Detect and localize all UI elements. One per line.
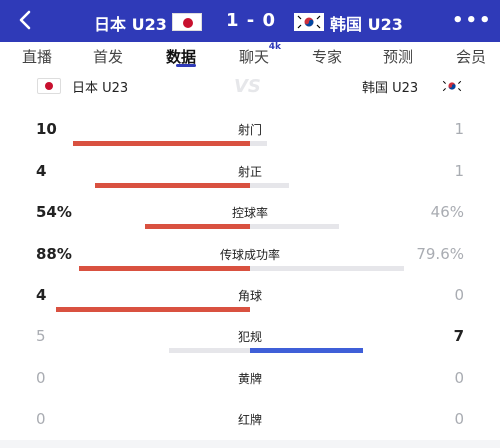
home-bar-fill — [145, 224, 250, 229]
stat-row: 0 红牌 0 — [0, 410, 500, 448]
away-team-name: 韩国 U23 — [330, 15, 403, 34]
home-value: 0 — [36, 369, 46, 387]
stat-label: 红牌 — [237, 413, 262, 427]
active-tab-indicator — [176, 64, 196, 67]
away-value: 0 — [454, 286, 464, 304]
home-bar-fill — [79, 266, 250, 271]
stat-label: 射正 — [237, 165, 262, 179]
home-bar-track — [56, 224, 250, 229]
home-value: 0 — [36, 410, 46, 428]
away-value: 0 — [454, 369, 464, 387]
korea-flag-icon — [440, 78, 464, 94]
home-bar-track — [56, 348, 250, 353]
away-value: 0 — [454, 410, 464, 428]
korea-flag-icon — [294, 13, 324, 31]
home-bar-fill — [95, 183, 250, 188]
stat-label: 射门 — [237, 123, 262, 137]
japan-flag-icon — [172, 13, 202, 31]
away-bar-track — [250, 141, 444, 146]
stat-row: 5 犯规 7 — [0, 327, 500, 365]
away-bar-track — [250, 183, 444, 188]
home-bar-track — [56, 141, 250, 146]
away-bar-track — [250, 224, 444, 229]
match-header: 日本 U23 1 - 0 韩国 U23 ••• — [0, 0, 500, 42]
tab-prediction[interactable]: 预测 — [383, 46, 413, 67]
stat-row: 0 黄牌 0 — [0, 369, 500, 407]
away-value: 7 — [453, 327, 464, 345]
home-bar-track — [56, 390, 250, 395]
away-bar-track — [250, 431, 444, 436]
stat-label: 角球 — [237, 289, 262, 303]
home-bar-fill — [56, 307, 250, 312]
tab-experts[interactable]: 专家 — [312, 46, 342, 67]
home-bar-track — [56, 183, 250, 188]
tab-bar: 直播 首发 数据 聊天 4k 专家 预测 会员 — [0, 42, 500, 72]
tab-chat[interactable]: 聊天 4k — [239, 42, 281, 67]
away-value: 46% — [430, 203, 464, 221]
away-bar-fill — [250, 348, 363, 353]
teams-row: 日本 U23 VS 韩国 U23 — [0, 72, 500, 100]
away-bar-track — [250, 390, 444, 395]
home-value: 4 — [36, 286, 47, 304]
away-bar-track — [250, 266, 444, 271]
home-value: 88% — [36, 245, 72, 263]
away-value: 1 — [454, 162, 464, 180]
home-bar-track — [56, 431, 250, 436]
back-arrow-icon[interactable] — [14, 8, 38, 32]
home-value: 4 — [36, 162, 47, 180]
stat-row: 4 角球 0 — [0, 286, 500, 324]
away-bar-track — [250, 348, 444, 353]
home-bar-fill — [169, 348, 250, 353]
vs-label: VS — [234, 76, 261, 97]
stats-card: 日本 U23 VS 韩国 U23 10 射门 1 4 射正 1 54% 控球率 46% 88% 传球… — [0, 72, 500, 440]
away-value: 79.6% — [416, 245, 464, 263]
away-value: 1 — [454, 120, 464, 138]
tab-member[interactable]: 会员 — [456, 46, 486, 67]
match-score: 1 - 0 — [226, 10, 277, 31]
stat-row: 10 射门 1 — [0, 120, 500, 158]
stat-row: 54% 控球率 46% — [0, 203, 500, 241]
away-bar-fill — [250, 141, 267, 146]
stat-label: 黄牌 — [237, 372, 262, 386]
tab-live[interactable]: 直播 — [22, 46, 52, 67]
away-bar-track — [250, 307, 444, 312]
japan-flag-icon — [37, 78, 61, 94]
tab-chat-label: 聊天 — [239, 48, 270, 66]
home-team-name: 日本 U23 — [94, 15, 167, 34]
home-value: 5 — [36, 327, 46, 345]
stat-label: 控球率 — [231, 206, 268, 220]
stat-label: 传球成功率 — [219, 248, 280, 262]
home-team-label: 日本 U23 — [72, 81, 129, 96]
home-value: 54% — [36, 203, 72, 221]
home-bar-track — [56, 266, 250, 271]
more-options-icon[interactable]: ••• — [452, 10, 493, 31]
tab-lineup[interactable]: 首发 — [93, 46, 123, 67]
away-bar-fill — [250, 266, 404, 271]
stat-row: 88% 传球成功率 79.6% — [0, 245, 500, 283]
chat-count-badge: 4k — [268, 42, 282, 52]
away-bar-fill — [250, 224, 339, 229]
away-team-label: 韩国 U23 — [362, 81, 419, 96]
home-value: 10 — [36, 120, 57, 138]
stat-label: 犯规 — [237, 330, 262, 344]
home-bar-fill — [73, 141, 250, 146]
stat-row: 4 射正 1 — [0, 162, 500, 200]
home-bar-track — [56, 307, 250, 312]
away-bar-fill — [250, 183, 289, 188]
